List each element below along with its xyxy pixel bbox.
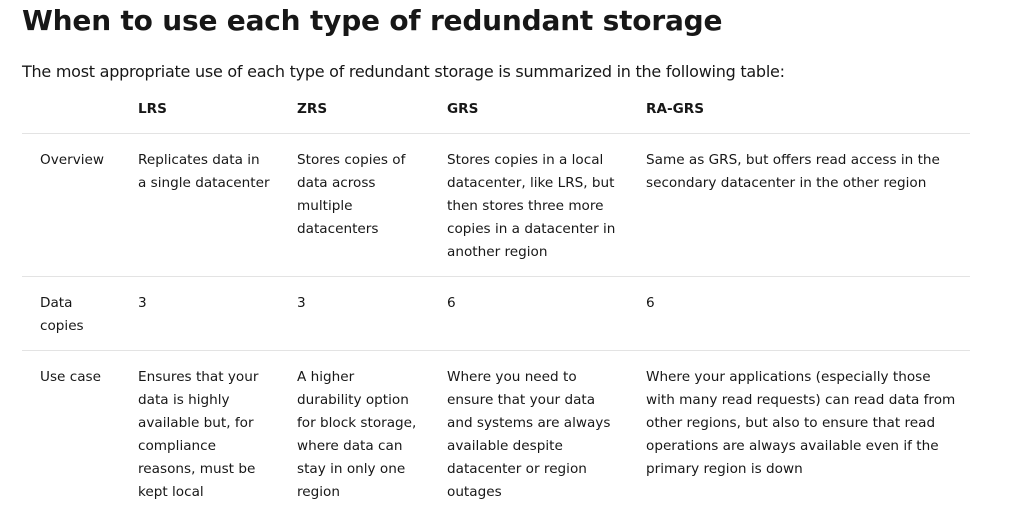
storage-comparison-table: LRS ZRS GRS RA-GRS Overview Replicates d… (22, 92, 970, 516)
table-cell: Where you need to ensure that your data … (447, 368, 611, 500)
table-cell: Same as GRS, but offers read access in t… (628, 133, 970, 277)
table-cell: Where your applications (especially thos… (646, 368, 956, 477)
page-title: When to use each type of redundant stora… (22, 4, 723, 37)
table-row-overview: Overview Replicates data in a single dat… (22, 133, 970, 277)
header-zrs: ZRS (279, 92, 429, 134)
table-cell: Ensures that your data is highly availab… (138, 368, 259, 500)
table-row-use-case: Use case Ensures that your data is highl… (22, 350, 970, 516)
table-header-row: LRS ZRS GRS RA-GRS (22, 92, 970, 134)
table-row-data-copies: Data copies 3 3 6 6 (22, 276, 970, 351)
table-cell: 3 (279, 276, 429, 351)
header-empty (22, 92, 120, 134)
row-label: Overview (22, 133, 120, 277)
table-cell: 3 (120, 276, 279, 351)
header-grs: GRS (429, 92, 628, 134)
table-cell: Replicates data in a single datacenter (120, 133, 279, 277)
table-cell: A higher durability option for block sto… (297, 368, 417, 500)
header-ra-grs: RA-GRS (628, 92, 970, 134)
intro-paragraph: The most appropriate use of each type of… (22, 62, 785, 81)
row-label: Data copies (22, 276, 120, 351)
table-cell: 6 (429, 276, 628, 351)
header-lrs: LRS (120, 92, 279, 134)
row-label: Use case (40, 368, 101, 385)
table-cell: Stores copies in a local datacenter, lik… (429, 133, 628, 277)
table-cell: 6 (628, 276, 970, 351)
table-cell: Stores copies of data across multiple da… (279, 133, 429, 277)
